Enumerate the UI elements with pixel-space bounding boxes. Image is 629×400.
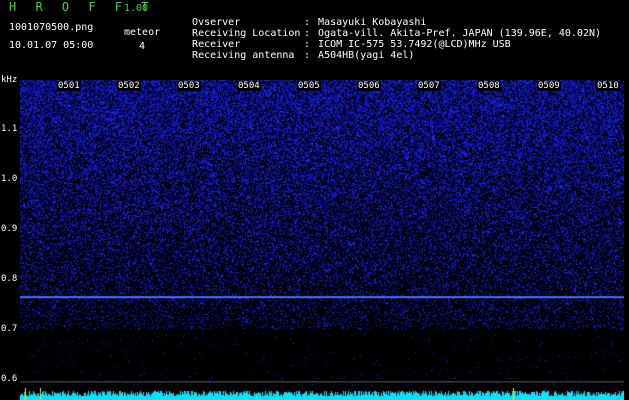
meteor-count: 4 <box>139 41 146 52</box>
x-tick-label: 0501 <box>57 81 81 91</box>
x-tick-label: 0509 <box>537 81 561 91</box>
x-tick-label: 0510 <box>596 81 620 91</box>
datetime: 10.01.07 05:00 <box>9 40 94 51</box>
y-tick-label: 0.8 <box>1 274 18 284</box>
x-tick-label: 0507 <box>417 81 441 91</box>
spectrum-strip <box>20 388 624 400</box>
y-tick-label: 0.6 <box>1 374 18 384</box>
x-tick-label: 0502 <box>117 81 141 91</box>
x-tick-label: 0508 <box>477 81 501 91</box>
x-tick-label: 0504 <box>237 81 261 91</box>
x-tick-label: 0505 <box>297 81 321 91</box>
y-tick-label: 1.0 <box>1 174 18 184</box>
spectrogram <box>20 80 624 400</box>
info-value: A504HB(yagi 4el) <box>318 50 415 61</box>
file-name: 1001070500.png <box>9 22 94 33</box>
meteor-label: meteor <box>124 27 161 38</box>
y-tick-label: 0.7 <box>1 324 18 334</box>
y-tick-label: 1.1 <box>1 124 18 134</box>
y-axis-unit: kHz <box>1 75 18 85</box>
app-version: 1.00 <box>124 3 149 14</box>
x-tick-label: 0506 <box>357 81 381 91</box>
y-tick-label: 0.9 <box>1 224 18 234</box>
info-separator: : <box>304 50 311 61</box>
info-key: Receiving antenna <box>192 50 295 61</box>
info-antenna: Receiving antenna: A504HB(yagi 4el) <box>180 39 414 61</box>
x-tick-label: 0503 <box>177 81 201 91</box>
